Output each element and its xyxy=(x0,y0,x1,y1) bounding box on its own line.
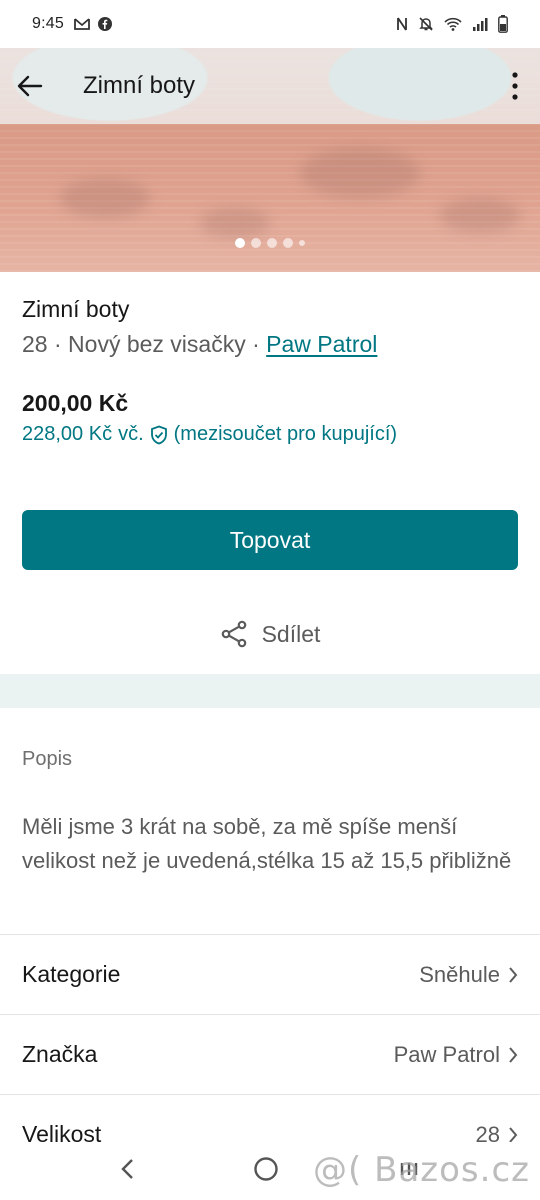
section-divider xyxy=(0,674,540,708)
share-icon xyxy=(221,620,246,648)
mute-icon xyxy=(419,17,433,31)
carousel-dot[interactable] xyxy=(251,238,261,248)
product-image-carousel[interactable]: Zimní boty xyxy=(0,48,540,272)
chevron-left-icon xyxy=(120,1158,133,1179)
attribute-list: Kategorie Sněhule Značka Paw Patrol Veli… xyxy=(0,934,540,1174)
share-label: Sdílet xyxy=(261,620,321,647)
price-incl-note: (mezisoučet pro kupující) xyxy=(173,423,398,445)
shield-check-icon xyxy=(150,425,168,445)
carousel-dot[interactable] xyxy=(235,238,245,248)
price-incl-suffix: vč. xyxy=(118,423,144,445)
more-options-button[interactable] xyxy=(490,48,540,124)
chevron-right-icon xyxy=(509,1126,518,1143)
status-time: 9:45 xyxy=(32,15,64,32)
nav-home-button[interactable] xyxy=(253,1156,279,1187)
chevron-right-icon xyxy=(509,1046,518,1063)
attribute-label: Značka xyxy=(22,1041,98,1067)
watermark-logo: @( Bazos.cz xyxy=(313,1150,530,1190)
top-app-bar: Zimní boty xyxy=(0,48,540,124)
price-incl-value: 228,00 Kč xyxy=(22,423,113,445)
item-meta: 28 · Nový bez visačky · Paw Patrol xyxy=(22,331,518,358)
gmail-icon xyxy=(74,18,90,30)
meta-separator: · xyxy=(252,331,260,357)
brand-link[interactable]: Paw Patrol xyxy=(266,331,377,357)
attribute-label: Kategorie xyxy=(22,961,121,987)
attribute-row-category[interactable]: Kategorie Sněhule xyxy=(0,934,540,1014)
battery-icon xyxy=(498,15,508,33)
item-details: Zimní boty 28 · Nový bez visačky · Paw P… xyxy=(22,296,518,358)
signal-icon xyxy=(473,18,488,31)
carousel-dot[interactable] xyxy=(283,238,293,248)
carousel-dot[interactable] xyxy=(299,240,305,246)
item-condition: Nový bez visačky xyxy=(68,331,246,357)
item-price: 200,00 Kč xyxy=(22,390,129,416)
meta-separator: · xyxy=(53,331,62,357)
attribute-row-brand[interactable]: Značka Paw Patrol xyxy=(0,1014,540,1094)
circle-home-icon xyxy=(254,1156,278,1181)
page-title: Zimní boty xyxy=(83,72,196,99)
arrow-left-icon xyxy=(17,75,43,97)
nav-back-button[interactable] xyxy=(120,1158,134,1185)
attribute-value: Paw Patrol xyxy=(393,1041,500,1067)
back-button[interactable] xyxy=(0,48,60,124)
status-bar: 9:45 xyxy=(0,0,540,48)
wifi-icon xyxy=(444,17,462,31)
bump-button[interactable]: Topovat xyxy=(22,510,518,570)
chevron-right-icon xyxy=(509,966,518,983)
more-vertical-icon xyxy=(512,72,518,100)
attribute-value: Sněhule xyxy=(419,961,500,987)
share-button[interactable]: Sdílet xyxy=(0,610,540,658)
nfc-icon xyxy=(397,17,407,31)
item-title: Zimní boty xyxy=(22,296,130,322)
description-label: Popis xyxy=(22,748,73,770)
buyer-protection-price[interactable]: 228,00 Kč vč. (mezisoučet pro kupující) xyxy=(22,423,397,446)
facebook-icon xyxy=(97,17,112,31)
item-size: 28 xyxy=(22,331,48,357)
carousel-indicator xyxy=(0,238,540,248)
carousel-dot[interactable] xyxy=(267,238,277,248)
description-text: Měli jsme 3 krát na sobě, za mě spíše me… xyxy=(22,814,512,873)
